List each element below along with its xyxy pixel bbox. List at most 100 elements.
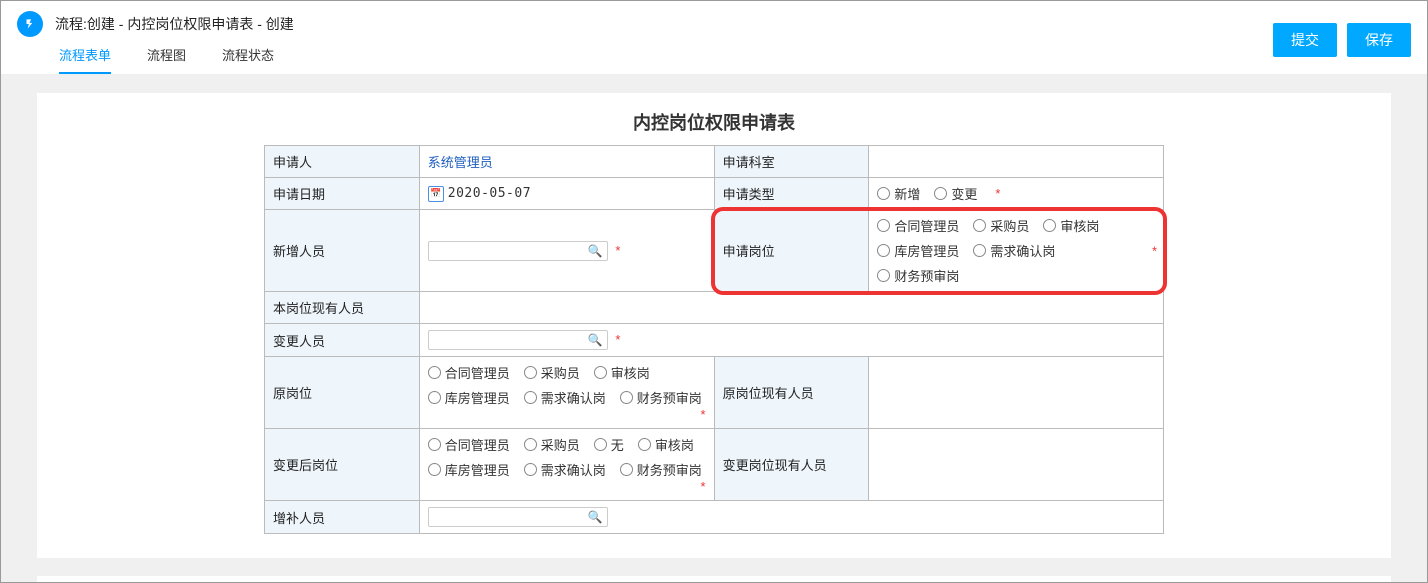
radio-pos3-1[interactable]: 采购员 bbox=[524, 435, 580, 454]
radio-pos1-5[interactable]: 财务预审岗 bbox=[877, 266, 959, 285]
title-row: 流程:创建 - 内控岗位权限申请表 - 创建 bbox=[17, 11, 294, 37]
value-applicant: 系统管理员 bbox=[419, 146, 714, 178]
value-after-staff[interactable] bbox=[869, 429, 1164, 501]
required-mark: * bbox=[615, 332, 620, 347]
radio-label: 需求确认岗 bbox=[541, 460, 606, 479]
radio-pos1-4[interactable]: 需求确认岗 bbox=[973, 241, 1055, 260]
radio-label: 合同管理员 bbox=[894, 216, 959, 235]
radio-pos2-1[interactable]: 采购员 bbox=[524, 363, 580, 382]
search-icon: 🔍 bbox=[588, 244, 603, 258]
label-orig-staff: 原岗位现有人员 bbox=[714, 357, 869, 429]
supplement-lookup[interactable]: 🔍 bbox=[428, 507, 608, 527]
orig-position-radios: 合同管理员 采购员 审核岗 库房管理员 需求确认岗 财务预审岗 bbox=[428, 363, 706, 407]
value-apply-position: 合同管理员 采购员 审核岗 库房管理员 需求确认岗 财务预审岗 * bbox=[869, 210, 1164, 292]
value-orig-position: 合同管理员 采购员 审核岗 库房管理员 需求确认岗 财务预审岗 * bbox=[419, 357, 714, 429]
radio-pos2-4[interactable]: 需求确认岗 bbox=[524, 388, 606, 407]
required-mark: * bbox=[615, 243, 620, 258]
radio-pos3-4[interactable]: 库房管理员 bbox=[428, 460, 510, 479]
applicant-link[interactable]: 系统管理员 bbox=[428, 155, 493, 170]
tab-form[interactable]: 流程表单 bbox=[59, 45, 111, 74]
radio-pos3-2[interactable]: 无 bbox=[594, 435, 624, 454]
label-orig-position: 原岗位 bbox=[265, 357, 420, 429]
submit-button[interactable]: 提交 bbox=[1273, 23, 1337, 57]
date-input[interactable]: 📅 2020-05-07 bbox=[428, 186, 706, 202]
radio-label: 需求确认岗 bbox=[541, 388, 606, 407]
change-person-lookup[interactable]: 🔍 bbox=[428, 330, 608, 350]
label-apply-date: 申请日期 bbox=[265, 178, 420, 210]
radio-label: 审核岗 bbox=[655, 435, 694, 454]
radio-label: 财务预审岗 bbox=[637, 388, 702, 407]
radio-label: 需求确认岗 bbox=[990, 241, 1055, 260]
radio-apply-type-change[interactable]: 变更 bbox=[934, 184, 977, 203]
value-current-staff[interactable] bbox=[419, 292, 1163, 324]
radio-icon bbox=[973, 219, 986, 232]
radio-icon bbox=[428, 463, 441, 476]
radio-label: 审核岗 bbox=[611, 363, 650, 382]
radio-label: 合同管理员 bbox=[445, 363, 510, 382]
radio-pos1-3[interactable]: 库房管理员 bbox=[877, 241, 959, 260]
save-button[interactable]: 保存 bbox=[1347, 23, 1411, 57]
radio-icon bbox=[638, 438, 651, 451]
radio-label: 采购员 bbox=[541, 435, 580, 454]
tab-flowchart[interactable]: 流程图 bbox=[147, 45, 186, 74]
app-window: 流程:创建 - 内控岗位权限申请表 - 创建 流程表单 流程图 流程状态 提交 … bbox=[0, 0, 1428, 583]
label-applicant: 申请人 bbox=[265, 146, 420, 178]
radio-icon bbox=[594, 438, 607, 451]
content-area: 内控岗位权限申请表 申请人 系统管理员 申请科室 申请日期 📅 2020- bbox=[1, 75, 1427, 582]
after-position-radios: 合同管理员 采购员 无 审核岗 库房管理员 需求确认岗 财务预审岗 bbox=[428, 435, 706, 479]
radio-label: 库房管理员 bbox=[445, 460, 510, 479]
page-title: 流程:创建 - 内控岗位权限申请表 - 创建 bbox=[55, 14, 294, 34]
radio-pos3-6[interactable]: 财务预审岗 bbox=[620, 460, 702, 479]
radio-label: 财务预审岗 bbox=[637, 460, 702, 479]
new-person-lookup[interactable]: 🔍 bbox=[428, 241, 608, 261]
radio-label: 新增 bbox=[894, 184, 920, 203]
radio-label: 审核岗 bbox=[1060, 216, 1099, 235]
radio-icon bbox=[620, 391, 633, 404]
label-after-staff: 变更岗位现有人员 bbox=[714, 429, 869, 501]
value-change-person: 🔍 * bbox=[419, 324, 1163, 357]
radio-apply-type-new[interactable]: 新增 bbox=[877, 184, 920, 203]
date-text: 2020-05-07 bbox=[448, 186, 531, 201]
radio-pos3-0[interactable]: 合同管理员 bbox=[428, 435, 510, 454]
label-current-staff: 本岗位现有人员 bbox=[265, 292, 420, 324]
comment-panel[interactable]: 签字意见 bbox=[37, 576, 1391, 582]
value-apply-type: 新增 变更 * bbox=[869, 178, 1164, 210]
value-supplement: 🔍 bbox=[419, 501, 1163, 534]
tabs: 流程表单 流程图 流程状态 bbox=[17, 45, 294, 74]
label-department: 申请科室 bbox=[714, 146, 869, 178]
radio-label: 库房管理员 bbox=[445, 388, 510, 407]
radio-pos2-5[interactable]: 财务预审岗 bbox=[620, 388, 702, 407]
search-icon: 🔍 bbox=[588, 510, 603, 524]
radio-pos1-2[interactable]: 审核岗 bbox=[1043, 216, 1099, 235]
radio-icon bbox=[1043, 219, 1056, 232]
radio-icon bbox=[877, 269, 890, 282]
radio-pos2-0[interactable]: 合同管理员 bbox=[428, 363, 510, 382]
value-orig-staff[interactable] bbox=[869, 357, 1164, 429]
value-department[interactable] bbox=[869, 146, 1164, 178]
radio-pos2-3[interactable]: 库房管理员 bbox=[428, 388, 510, 407]
required-mark: * bbox=[701, 407, 706, 422]
radio-icon bbox=[428, 391, 441, 404]
radio-pos3-5[interactable]: 需求确认岗 bbox=[524, 460, 606, 479]
radio-label: 采购员 bbox=[541, 363, 580, 382]
radio-icon bbox=[934, 187, 947, 200]
value-apply-date: 📅 2020-05-07 bbox=[419, 178, 714, 210]
radio-icon bbox=[524, 463, 537, 476]
radio-label: 无 bbox=[611, 435, 624, 454]
radio-pos3-3[interactable]: 审核岗 bbox=[638, 435, 694, 454]
tab-flowstatus[interactable]: 流程状态 bbox=[222, 45, 274, 74]
radio-pos2-2[interactable]: 审核岗 bbox=[594, 363, 650, 382]
search-icon: 🔍 bbox=[588, 333, 603, 347]
radio-pos1-1[interactable]: 采购员 bbox=[973, 216, 1029, 235]
apply-type-radios: 新增 变更 * bbox=[877, 184, 1155, 203]
radio-pos1-0[interactable]: 合同管理员 bbox=[877, 216, 959, 235]
app-logo-icon bbox=[17, 11, 43, 37]
radio-icon bbox=[877, 187, 890, 200]
header-buttons: 提交 保存 bbox=[1273, 23, 1411, 57]
radio-icon bbox=[620, 463, 633, 476]
radio-label: 库房管理员 bbox=[894, 241, 959, 260]
radio-label: 合同管理员 bbox=[445, 435, 510, 454]
radio-label: 变更 bbox=[951, 184, 977, 203]
label-apply-type: 申请类型 bbox=[714, 178, 869, 210]
required-mark: * bbox=[995, 186, 1000, 201]
